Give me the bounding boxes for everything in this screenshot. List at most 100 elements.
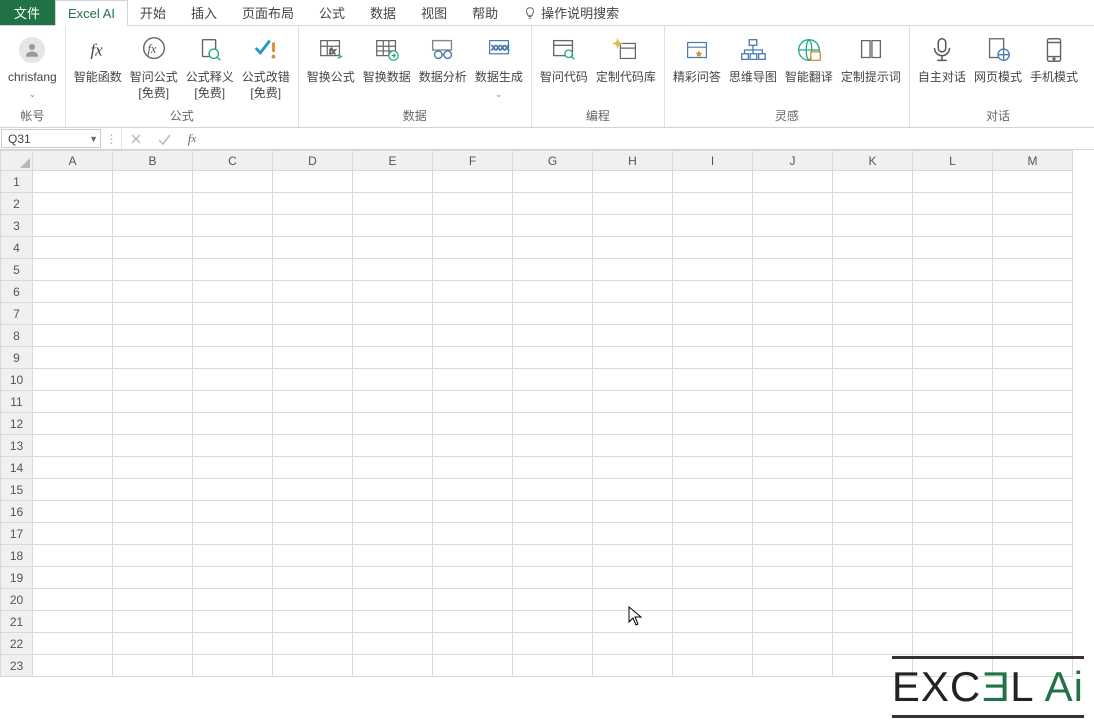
cell-G23[interactable] [513, 655, 593, 677]
cell-H17[interactable] [593, 523, 673, 545]
cell-B3[interactable] [113, 215, 193, 237]
row-header-4[interactable]: 4 [1, 237, 33, 259]
cell-A4[interactable] [33, 237, 113, 259]
cell-J3[interactable] [753, 215, 833, 237]
ask-code-button[interactable]: 智问代码 [536, 28, 592, 88]
cell-K12[interactable] [833, 413, 913, 435]
row-header-7[interactable]: 7 [1, 303, 33, 325]
cell-I23[interactable] [673, 655, 753, 677]
cell-I13[interactable] [673, 435, 753, 457]
cell-L11[interactable] [913, 391, 993, 413]
cell-H12[interactable] [593, 413, 673, 435]
cell-I12[interactable] [673, 413, 753, 435]
cell-M18[interactable] [993, 545, 1073, 567]
cell-L9[interactable] [913, 347, 993, 369]
cell-C7[interactable] [193, 303, 273, 325]
cell-I4[interactable] [673, 237, 753, 259]
cell-H18[interactable] [593, 545, 673, 567]
cell-K22[interactable] [833, 633, 913, 655]
cell-G9[interactable] [513, 347, 593, 369]
col-header-M[interactable]: M [993, 151, 1073, 171]
cell-L15[interactable] [913, 479, 993, 501]
cell-E10[interactable] [353, 369, 433, 391]
cell-J7[interactable] [753, 303, 833, 325]
cell-F7[interactable] [433, 303, 513, 325]
cell-H16[interactable] [593, 501, 673, 523]
formula-input[interactable] [206, 128, 1094, 149]
cell-E12[interactable] [353, 413, 433, 435]
cell-G17[interactable] [513, 523, 593, 545]
cell-F20[interactable] [433, 589, 513, 611]
cell-D15[interactable] [273, 479, 353, 501]
cell-M7[interactable] [993, 303, 1073, 325]
cell-I8[interactable] [673, 325, 753, 347]
row-header-9[interactable]: 9 [1, 347, 33, 369]
cell-F10[interactable] [433, 369, 513, 391]
cell-B21[interactable] [113, 611, 193, 633]
cell-J6[interactable] [753, 281, 833, 303]
cell-B14[interactable] [113, 457, 193, 479]
cell-E20[interactable] [353, 589, 433, 611]
row-header-15[interactable]: 15 [1, 479, 33, 501]
cell-I21[interactable] [673, 611, 753, 633]
cell-G7[interactable] [513, 303, 593, 325]
cell-J15[interactable] [753, 479, 833, 501]
tab-view[interactable]: 视图 [409, 0, 460, 25]
cell-I11[interactable] [673, 391, 753, 413]
cell-L21[interactable] [913, 611, 993, 633]
cell-H20[interactable] [593, 589, 673, 611]
translate-button[interactable]: 智能翻译 [781, 28, 837, 88]
cell-L18[interactable] [913, 545, 993, 567]
debug-formula-button[interactable]: 公式改错 [免费] [238, 28, 294, 103]
cell-I19[interactable] [673, 567, 753, 589]
cell-B11[interactable] [113, 391, 193, 413]
cell-F2[interactable] [433, 193, 513, 215]
cell-A12[interactable] [33, 413, 113, 435]
cell-H5[interactable] [593, 259, 673, 281]
cell-E1[interactable] [353, 171, 433, 193]
cell-F12[interactable] [433, 413, 513, 435]
cell-L20[interactable] [913, 589, 993, 611]
cell-L3[interactable] [913, 215, 993, 237]
cell-K13[interactable] [833, 435, 913, 457]
cell-H22[interactable] [593, 633, 673, 655]
cell-M19[interactable] [993, 567, 1073, 589]
cell-B4[interactable] [113, 237, 193, 259]
cell-A21[interactable] [33, 611, 113, 633]
cell-C5[interactable] [193, 259, 273, 281]
ask-formula-button[interactable]: fx 智问公式 [免费] [126, 28, 182, 103]
cell-E7[interactable] [353, 303, 433, 325]
tab-data[interactable]: 数据 [358, 0, 409, 25]
cell-B17[interactable] [113, 523, 193, 545]
cell-M17[interactable] [993, 523, 1073, 545]
cell-G1[interactable] [513, 171, 593, 193]
cell-E8[interactable] [353, 325, 433, 347]
cell-C10[interactable] [193, 369, 273, 391]
explain-formula-button[interactable]: 公式释义 [免费] [182, 28, 238, 103]
cell-G5[interactable] [513, 259, 593, 281]
cell-G3[interactable] [513, 215, 593, 237]
tell-me-search[interactable]: 操作说明搜索 [511, 0, 632, 25]
cell-J21[interactable] [753, 611, 833, 633]
cell-L10[interactable] [913, 369, 993, 391]
tab-page-layout[interactable]: 页面布局 [230, 0, 307, 25]
cell-G2[interactable] [513, 193, 593, 215]
cell-E9[interactable] [353, 347, 433, 369]
cell-D20[interactable] [273, 589, 353, 611]
row-header-1[interactable]: 1 [1, 171, 33, 193]
cell-E18[interactable] [353, 545, 433, 567]
cell-C14[interactable] [193, 457, 273, 479]
cell-A5[interactable] [33, 259, 113, 281]
cell-G21[interactable] [513, 611, 593, 633]
cell-L13[interactable] [913, 435, 993, 457]
col-header-L[interactable]: L [913, 151, 993, 171]
cell-B7[interactable] [113, 303, 193, 325]
cell-I10[interactable] [673, 369, 753, 391]
cell-C16[interactable] [193, 501, 273, 523]
cell-C18[interactable] [193, 545, 273, 567]
cell-C9[interactable] [193, 347, 273, 369]
select-all-corner[interactable] [1, 151, 33, 171]
cell-J4[interactable] [753, 237, 833, 259]
cell-F5[interactable] [433, 259, 513, 281]
qa-button[interactable]: 精彩问答 [669, 28, 725, 88]
